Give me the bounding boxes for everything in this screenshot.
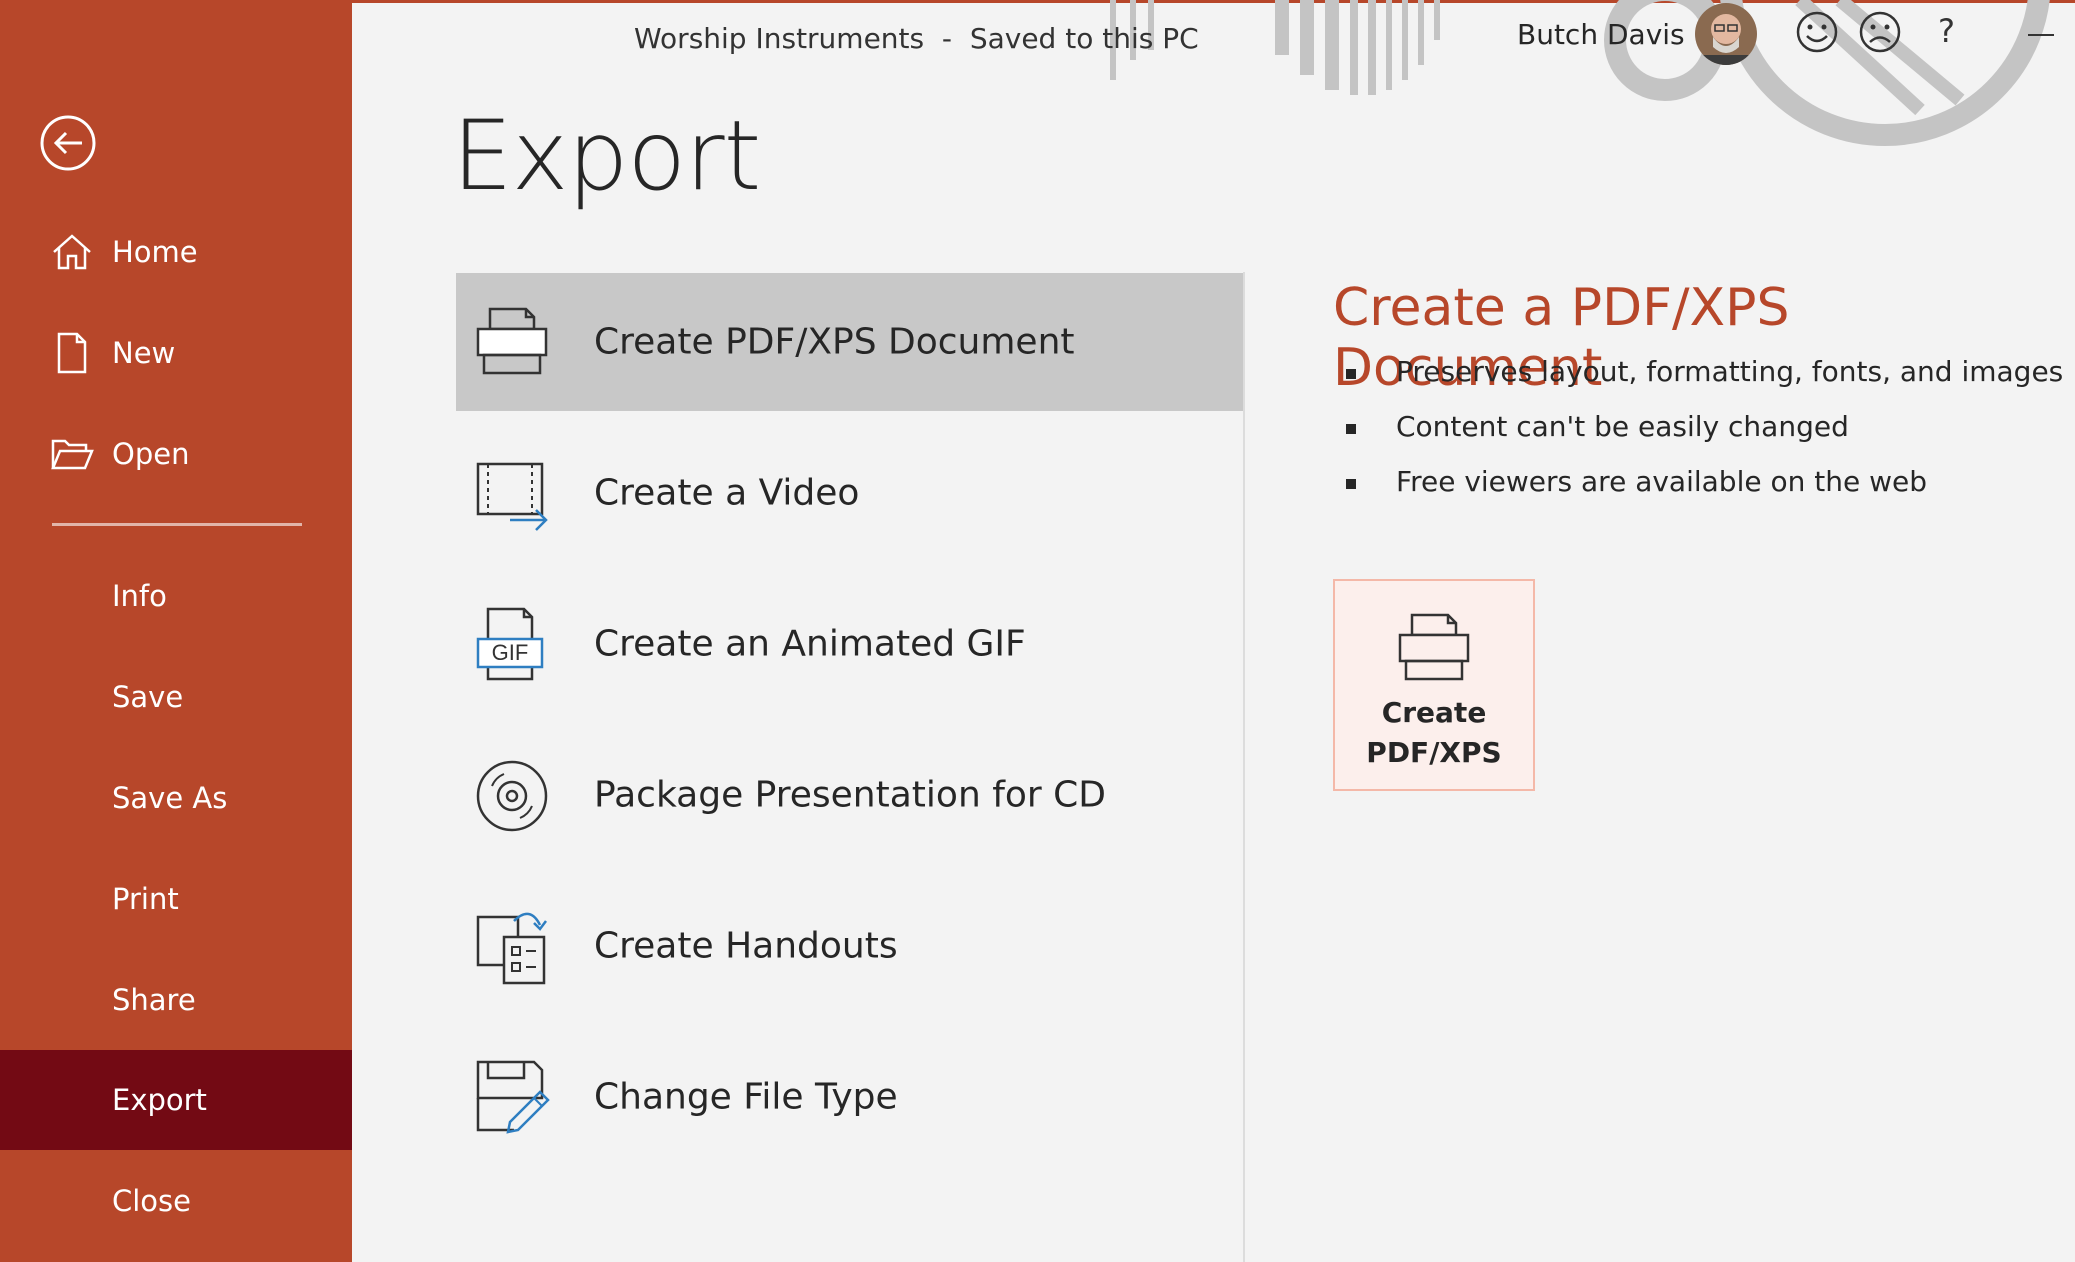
back-button[interactable] bbox=[38, 113, 98, 173]
sidebar-item-export[interactable]: Export bbox=[0, 1050, 352, 1150]
sidebar-item-label: Print bbox=[112, 882, 179, 916]
frown-icon bbox=[1859, 11, 1901, 53]
bullet-text: Content can't be easily changed bbox=[1396, 410, 1849, 443]
sidebar-item-label: Save bbox=[112, 680, 184, 714]
export-option-video[interactable]: Create a Video bbox=[456, 424, 1243, 562]
video-icon bbox=[476, 462, 548, 531]
bullet-mark bbox=[1346, 479, 1356, 489]
sidebar-item-info[interactable]: Info bbox=[0, 546, 352, 646]
minimize-button[interactable] bbox=[2028, 34, 2054, 36]
sidebar-item-home[interactable]: Home bbox=[0, 202, 352, 302]
bullet-mark bbox=[1346, 424, 1356, 434]
page-title: Export bbox=[452, 100, 761, 212]
frown-feedback-button[interactable] bbox=[1858, 10, 1902, 54]
gif-icon: GIF bbox=[476, 607, 544, 681]
bullet-text: Free viewers are available on the web bbox=[1396, 465, 1928, 498]
option-label: Create PDF/XPS Document bbox=[594, 321, 1075, 363]
bullet-text: Preserves layout, formatting, fonts, and… bbox=[1396, 355, 2064, 388]
option-label: Create a Video bbox=[594, 472, 860, 514]
handouts-icon bbox=[476, 912, 547, 985]
sidebar-item-label: Close bbox=[112, 1184, 191, 1218]
pdf-document-icon bbox=[476, 307, 548, 375]
option-label: Create Handouts bbox=[594, 925, 898, 967]
window-title: Worship Instruments - Saved to this PC bbox=[634, 22, 1199, 55]
export-option-handouts[interactable]: Create Handouts bbox=[456, 877, 1243, 1015]
sidebar-item-close[interactable]: Close bbox=[0, 1151, 352, 1251]
sidebar-item-new[interactable]: New bbox=[0, 303, 352, 403]
smile-icon bbox=[1796, 11, 1838, 53]
avatar[interactable] bbox=[1695, 3, 1757, 65]
sidebar-item-label: Share bbox=[112, 983, 196, 1017]
export-option-animated-gif[interactable]: GIF Create an Animated GIF bbox=[456, 575, 1243, 713]
sidebar-divider bbox=[52, 523, 302, 526]
sidebar-item-save-as[interactable]: Save As bbox=[0, 748, 352, 848]
new-document-icon bbox=[57, 332, 87, 374]
svg-text:GIF: GIF bbox=[492, 640, 529, 665]
create-pdf-xps-button[interactable]: Create PDF/XPS bbox=[1333, 579, 1535, 791]
sidebar-item-label: New bbox=[112, 336, 176, 370]
sidebar-item-label: Save As bbox=[112, 781, 228, 815]
back-arrow-circle-icon bbox=[40, 115, 96, 171]
export-option-change-file-type[interactable]: Change File Type bbox=[456, 1028, 1243, 1166]
backstage-sidebar: Home New Open Info Save Save As Print Sh… bbox=[0, 0, 352, 1262]
change-file-type-icon bbox=[476, 1060, 550, 1134]
sidebar-item-label: Info bbox=[112, 579, 167, 613]
sidebar-item-label: Open bbox=[112, 437, 190, 471]
powerpoint-backstage: Home New Open Info Save Save As Print Sh… bbox=[0, 0, 2075, 1262]
button-label: Create PDF/XPS bbox=[1366, 696, 1502, 769]
user-name[interactable]: Butch Davis bbox=[1517, 18, 1685, 51]
sidebar-item-open[interactable]: Open bbox=[0, 404, 352, 504]
panel-divider bbox=[1243, 272, 1245, 1262]
sidebar-item-label: Home bbox=[112, 235, 198, 269]
sidebar-item-share[interactable]: Share bbox=[0, 950, 352, 1050]
smile-feedback-button[interactable] bbox=[1795, 10, 1839, 54]
option-label: Create an Animated GIF bbox=[594, 623, 1026, 665]
help-button[interactable]: ? bbox=[1938, 12, 1955, 50]
bullet-mark bbox=[1346, 369, 1356, 379]
export-option-package-cd[interactable]: Package Presentation for CD bbox=[456, 726, 1243, 864]
sidebar-item-save[interactable]: Save bbox=[0, 647, 352, 747]
user-avatar-icon bbox=[1695, 3, 1757, 65]
sidebar-item-print[interactable]: Print bbox=[0, 849, 352, 949]
cd-icon bbox=[476, 760, 548, 832]
home-icon bbox=[53, 234, 91, 270]
open-folder-icon bbox=[51, 439, 94, 470]
pdf-document-icon bbox=[1398, 613, 1470, 681]
option-label: Change File Type bbox=[594, 1076, 898, 1118]
option-label: Package Presentation for CD bbox=[594, 774, 1106, 816]
export-option-pdf-xps[interactable]: Create PDF/XPS Document bbox=[456, 273, 1243, 411]
sidebar-item-label: Export bbox=[112, 1083, 207, 1117]
